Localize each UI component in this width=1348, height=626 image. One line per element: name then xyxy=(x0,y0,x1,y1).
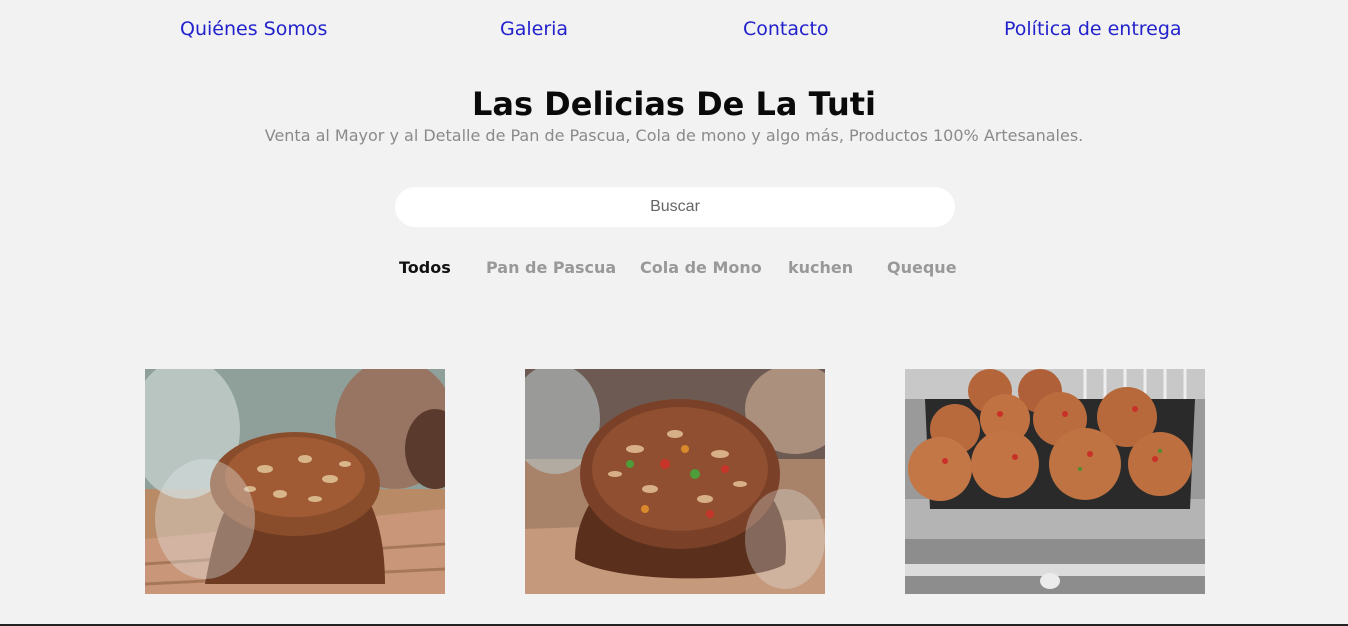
site-subtitle: Venta al Mayor y al Detalle de Pan de Pa… xyxy=(264,126,1084,145)
nav-link-quienes-somos[interactable]: Quiénes Somos xyxy=(180,14,327,44)
filter-cola-de-mono[interactable]: Cola de Mono xyxy=(640,256,762,280)
filter-queque[interactable]: Queque xyxy=(887,256,957,280)
nav-link-contacto[interactable]: Contacto xyxy=(743,14,829,44)
site-title: Las Delicias De La Tuti xyxy=(472,85,876,123)
category-filters: Todos Pan de Pascua Cola de Mono kuchen … xyxy=(0,256,1348,280)
nav-link-politica-entrega[interactable]: Política de entrega xyxy=(1004,14,1182,44)
gallery-image-pan-de-pascua-1[interactable] xyxy=(145,369,445,594)
filter-pan-de-pascua[interactable]: Pan de Pascua xyxy=(486,256,616,280)
page: Quiénes Somos Galeria Contacto Política … xyxy=(0,0,1348,626)
search-input[interactable] xyxy=(395,187,955,227)
gallery-image-tray-breads[interactable] xyxy=(905,369,1205,594)
nav-link-galeria[interactable]: Galeria xyxy=(500,14,568,44)
gallery-image-pan-de-pascua-2[interactable] xyxy=(525,369,825,594)
filter-todos[interactable]: Todos xyxy=(399,256,451,280)
top-nav: Quiénes Somos Galeria Contacto Política … xyxy=(0,14,1348,44)
tray-of-small-breads-photo xyxy=(905,369,1205,594)
pan-de-pascua-photo xyxy=(525,369,825,594)
pan-de-pascua-photo xyxy=(145,369,445,594)
filter-kuchen[interactable]: kuchen xyxy=(788,256,853,280)
